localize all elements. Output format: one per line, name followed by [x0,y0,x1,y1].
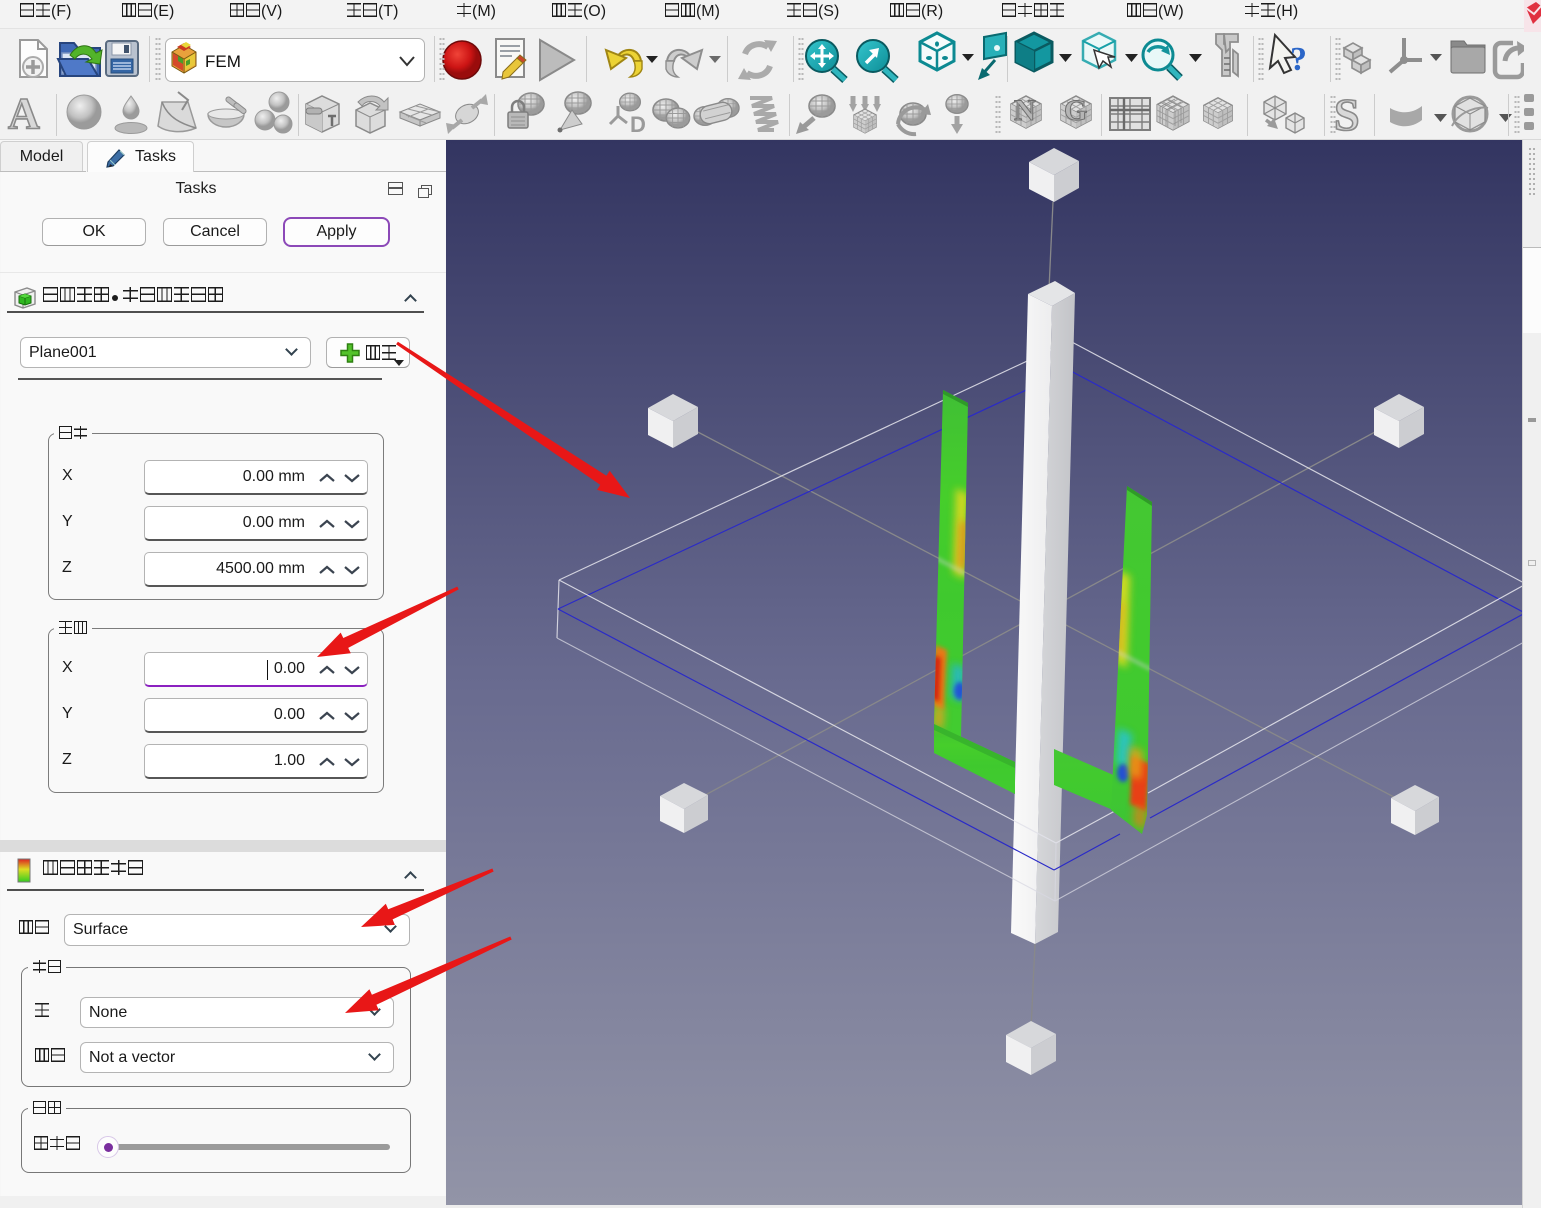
svg-text:S: S [1334,89,1360,140]
svg-text:?: ? [1290,41,1307,78]
svg-text:FEM: FEM [205,52,241,71]
svg-text:D: D [630,112,646,137]
svg-text:G: G [1064,94,1087,127]
svg-text:N: N [1014,94,1036,127]
svg-text:A: A [8,89,40,138]
